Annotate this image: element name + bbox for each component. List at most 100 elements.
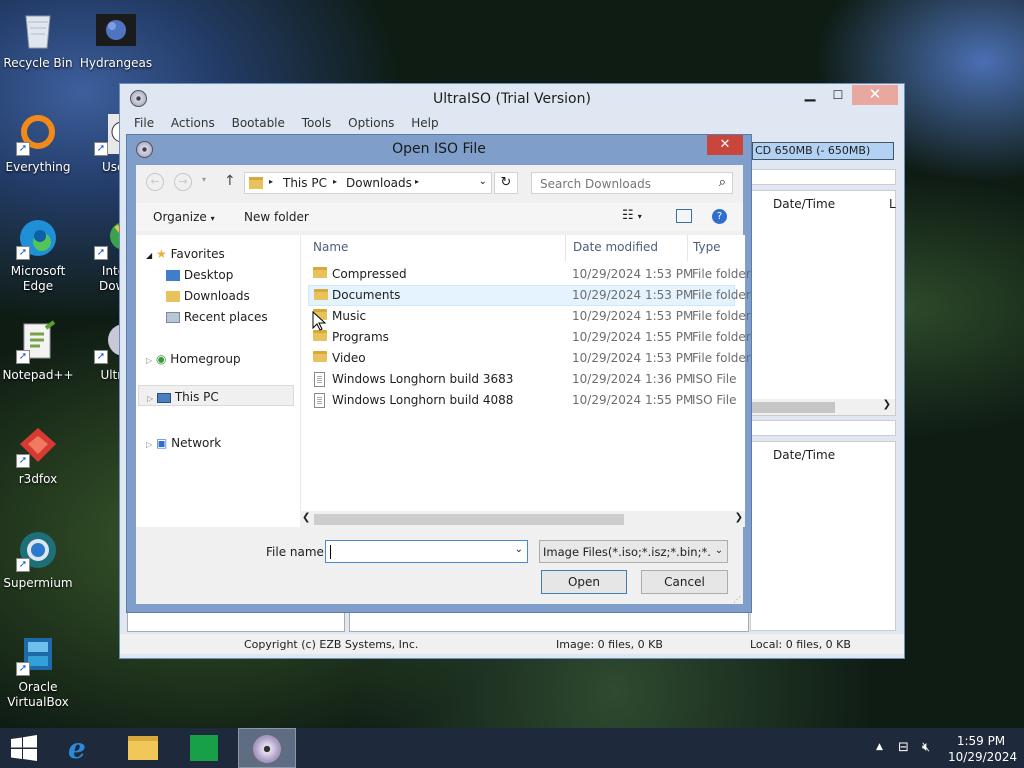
- col-l[interactable]: L: [889, 197, 896, 211]
- filename-input[interactable]: ⌄: [325, 540, 528, 563]
- ultraiso-bottom-right-panel: [349, 612, 749, 632]
- menu-bootable[interactable]: Bootable: [232, 116, 285, 130]
- scroll-right-icon[interactable]: ❯: [735, 512, 743, 523]
- new-folder-button[interactable]: New folder: [244, 210, 309, 224]
- forward-arrow-icon[interactable]: →: [174, 173, 192, 191]
- tree-downloads[interactable]: Downloads: [166, 289, 250, 303]
- col-datetime-bottom[interactable]: Date/Time: [773, 448, 835, 462]
- tree-recent-places[interactable]: Recent places: [166, 310, 268, 324]
- scroll-right-icon[interactable]: ❯: [883, 399, 891, 410]
- menu-tools[interactable]: Tools: [302, 116, 332, 130]
- clock[interactable]: 1:59 PM 10/29/2024: [948, 733, 1018, 765]
- desktop-icon-supermium[interactable]: ➚ Supermium: [0, 528, 76, 591]
- address-bar[interactable]: ▸ This PC ▸ Downloads ▸ ⌄: [244, 172, 492, 194]
- file-list-hscroll[interactable]: ❮ ❯: [300, 511, 745, 527]
- col-date-header[interactable]: Date modified: [573, 240, 658, 254]
- tree-favorites[interactable]: ◢ ★ Favorites: [146, 247, 225, 261]
- col-datetime-top[interactable]: Date/Time: [773, 197, 835, 211]
- desktop-icon-edge[interactable]: ➚ Microsoft Edge: [0, 216, 76, 294]
- back-arrow-icon[interactable]: ←: [146, 173, 164, 191]
- open-button[interactable]: Open: [541, 570, 627, 594]
- cancel-button[interactable]: Cancel: [641, 570, 728, 594]
- taskbar-explorer[interactable]: [116, 728, 172, 768]
- menu-actions[interactable]: Actions: [171, 116, 215, 130]
- refresh-icon[interactable]: ↻: [494, 172, 518, 194]
- taskbar-ie[interactable]: e: [56, 728, 112, 768]
- help-icon[interactable]: ?: [712, 209, 727, 224]
- ultraiso-mid-panel: [750, 420, 896, 436]
- desktop-icon-hydrangeas[interactable]: Hydrangeas: [78, 8, 154, 71]
- maximize-button[interactable]: ☐: [828, 88, 848, 104]
- file-type-filter[interactable]: Image Files(*.iso;*.isz;*.bin;*.cue ⌄: [539, 540, 728, 563]
- col-name-header[interactable]: Name: [313, 240, 348, 254]
- expand-icon: ▷: [146, 440, 153, 449]
- taskbar: e ▲ ⊟ 🔇︎ 1:59 PM 10/29/2024: [0, 728, 1024, 768]
- volume-muted-icon[interactable]: 🔇︎: [922, 740, 930, 755]
- media-size-field[interactable]: CD 650MB (- 650MB): [752, 142, 894, 160]
- ultraiso-titlebar[interactable]: UltraISO (Trial Version) ▁ ☐ ✕: [120, 84, 904, 114]
- view-options-icon[interactable]: ☷ ▾: [622, 208, 642, 223]
- everything-search-icon: ➚: [16, 112, 60, 156]
- scroll-left-icon[interactable]: ❮: [302, 512, 310, 523]
- tree-network[interactable]: ▷ ▣ Network: [146, 436, 221, 450]
- notepadpp-icon: ➚: [16, 320, 60, 364]
- status-copyright: Copyright (c) EZB Systems, Inc.: [244, 638, 419, 651]
- store-icon: [190, 735, 218, 761]
- recent-dropdown-icon[interactable]: ▾: [202, 175, 206, 184]
- file-row[interactable]: Compressed 10/29/2024 1:53 PM File folde…: [308, 264, 751, 285]
- menu-file[interactable]: File: [134, 116, 154, 130]
- resize-grip-icon[interactable]: ⋰: [733, 595, 741, 604]
- start-button[interactable]: [0, 728, 56, 768]
- ultraiso-local-list[interactable]: Date/Time: [750, 441, 896, 631]
- breadcrumb-sep-icon: ▸: [269, 177, 274, 186]
- ultraiso-close-button[interactable]: ✕: [852, 85, 898, 105]
- network-status-icon[interactable]: ⊟: [898, 740, 909, 755]
- col-divider: [565, 235, 566, 261]
- taskbar-ultraiso[interactable]: [238, 728, 296, 768]
- file-row[interactable]: Music 10/29/2024 1:53 PM File folder: [308, 306, 751, 327]
- file-row[interactable]: Programs 10/29/2024 1:55 PM File folder: [308, 327, 751, 348]
- iso-list-scroll-thumb[interactable]: [751, 402, 835, 413]
- desktop-icon-everything[interactable]: ➚ Everything: [0, 112, 76, 175]
- taskbar-store[interactable]: [176, 728, 232, 768]
- up-arrow-icon[interactable]: ↑: [224, 173, 236, 189]
- filter-value: Image Files(*.iso;*.isz;*.bin;*.cue: [543, 545, 728, 559]
- organize-button[interactable]: Organize ▾: [153, 210, 215, 224]
- preview-pane-icon[interactable]: [676, 209, 692, 223]
- folder-icon: [313, 351, 327, 362]
- col-type-header[interactable]: Type: [693, 240, 721, 254]
- tree-this-pc[interactable]: ▷ This PC: [138, 385, 294, 406]
- filename-label: File name:: [266, 545, 328, 559]
- dialog-close-button[interactable]: ✕: [707, 135, 743, 155]
- file-row[interactable]: Windows Longhorn build 3683 10/29/2024 1…: [308, 369, 737, 390]
- show-hidden-icons[interactable]: ▲: [876, 742, 883, 752]
- ultraiso-iso-list[interactable]: Date/Time L ❯: [750, 190, 896, 416]
- file-row[interactable]: Windows Longhorn build 4088 10/29/2024 1…: [308, 390, 737, 411]
- menu-options[interactable]: Options: [348, 116, 394, 130]
- address-dropdown-icon[interactable]: ⌄: [479, 176, 487, 187]
- search-icon: ⌕: [718, 175, 726, 190]
- menu-help[interactable]: Help: [411, 116, 438, 130]
- desktop-icon-notepadpp[interactable]: ➚ Notepad++: [0, 320, 76, 383]
- minimize-button[interactable]: ▁: [800, 87, 820, 104]
- filename-dropdown-icon[interactable]: ⌄: [515, 544, 523, 555]
- file-row[interactable]: Video 10/29/2024 1:53 PM File folder: [308, 348, 751, 369]
- desktop-icon-r3dfox[interactable]: ➚ r3dfox: [0, 424, 76, 487]
- tree-desktop[interactable]: Desktop: [166, 268, 233, 282]
- file-list-scroll-thumb[interactable]: [314, 514, 624, 525]
- desktop-icon-recycle-bin[interactable]: Recycle Bin: [0, 8, 76, 71]
- expand-icon: ▷: [146, 356, 153, 365]
- clock-date: 10/29/2024: [948, 750, 1018, 764]
- tree-homegroup[interactable]: ▷ ◉ Homegroup: [146, 352, 241, 366]
- search-input[interactable]: Search Downloads ⌕: [531, 172, 733, 194]
- breadcrumb-this-pc[interactable]: This PC: [283, 176, 327, 190]
- folder-icon: [313, 267, 327, 278]
- desktop-icon-virtualbox[interactable]: ➚ Oracle VirtualBox: [0, 632, 76, 710]
- iso-list-hscroll[interactable]: ❯: [751, 399, 895, 415]
- star-icon: ★: [155, 247, 167, 261]
- r3dfox-icon: ➚: [16, 424, 60, 468]
- breadcrumb-downloads[interactable]: Downloads: [346, 176, 412, 190]
- recycle-bin-icon: [16, 8, 60, 52]
- homegroup-icon: ◉: [155, 352, 167, 366]
- file-row-selected[interactable]: Documents 10/29/2024 1:53 PM File folder: [308, 285, 751, 306]
